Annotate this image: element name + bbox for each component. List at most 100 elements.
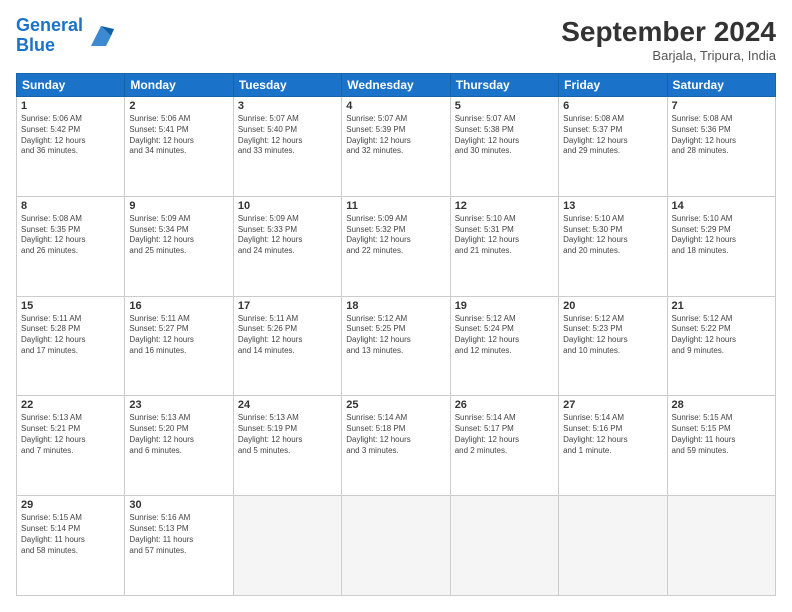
day-cell: 5 Sunrise: 5:07 AMSunset: 5:38 PMDayligh… — [450, 97, 558, 197]
week-row: 22 Sunrise: 5:13 AMSunset: 5:21 PMDaylig… — [17, 396, 776, 496]
logo-text: General — [16, 16, 83, 36]
day-info: Sunrise: 5:10 AMSunset: 5:30 PMDaylight:… — [563, 214, 662, 257]
day-info: Sunrise: 5:07 AMSunset: 5:40 PMDaylight:… — [238, 114, 337, 157]
day-info: Sunrise: 5:09 AMSunset: 5:34 PMDaylight:… — [129, 214, 228, 257]
day-number: 21 — [672, 300, 771, 312]
header-saturday: Saturday — [667, 74, 775, 97]
day-info: Sunrise: 5:12 AMSunset: 5:24 PMDaylight:… — [455, 314, 554, 357]
day-number: 6 — [563, 100, 662, 112]
day-number: 11 — [346, 200, 445, 212]
title-block: September 2024 Barjala, Tripura, India — [561, 16, 776, 63]
header-wednesday: Wednesday — [342, 74, 450, 97]
day-cell: 19 Sunrise: 5:12 AMSunset: 5:24 PMDaylig… — [450, 296, 558, 396]
logo-text2: Blue — [16, 36, 83, 56]
day-info: Sunrise: 5:14 AMSunset: 5:16 PMDaylight:… — [563, 413, 662, 456]
day-number: 28 — [672, 399, 771, 411]
day-cell: 4 Sunrise: 5:07 AMSunset: 5:39 PMDayligh… — [342, 97, 450, 197]
day-info: Sunrise: 5:06 AMSunset: 5:41 PMDaylight:… — [129, 114, 228, 157]
day-info: Sunrise: 5:10 AMSunset: 5:31 PMDaylight:… — [455, 214, 554, 257]
day-cell: 9 Sunrise: 5:09 AMSunset: 5:34 PMDayligh… — [125, 196, 233, 296]
day-number: 24 — [238, 399, 337, 411]
day-cell: 13 Sunrise: 5:10 AMSunset: 5:30 PMDaylig… — [559, 196, 667, 296]
weekday-header-row: Sunday Monday Tuesday Wednesday Thursday… — [17, 74, 776, 97]
header-thursday: Thursday — [450, 74, 558, 97]
day-cell: 17 Sunrise: 5:11 AMSunset: 5:26 PMDaylig… — [233, 296, 341, 396]
empty-cell — [342, 496, 450, 596]
day-info: Sunrise: 5:07 AMSunset: 5:39 PMDaylight:… — [346, 114, 445, 157]
location: Barjala, Tripura, India — [561, 48, 776, 63]
empty-cell — [559, 496, 667, 596]
day-cell: 10 Sunrise: 5:09 AMSunset: 5:33 PMDaylig… — [233, 196, 341, 296]
page: General Blue September 2024 Barjala, Tri… — [0, 0, 792, 612]
day-cell: 24 Sunrise: 5:13 AMSunset: 5:19 PMDaylig… — [233, 396, 341, 496]
empty-cell — [667, 496, 775, 596]
day-number: 18 — [346, 300, 445, 312]
day-cell: 30 Sunrise: 5:16 AMSunset: 5:13 PMDaylig… — [125, 496, 233, 596]
day-cell: 14 Sunrise: 5:10 AMSunset: 5:29 PMDaylig… — [667, 196, 775, 296]
day-info: Sunrise: 5:12 AMSunset: 5:22 PMDaylight:… — [672, 314, 771, 357]
day-info: Sunrise: 5:12 AMSunset: 5:25 PMDaylight:… — [346, 314, 445, 357]
header: General Blue September 2024 Barjala, Tri… — [16, 16, 776, 63]
day-info: Sunrise: 5:10 AMSunset: 5:29 PMDaylight:… — [672, 214, 771, 257]
day-number: 19 — [455, 300, 554, 312]
day-info: Sunrise: 5:12 AMSunset: 5:23 PMDaylight:… — [563, 314, 662, 357]
day-number: 23 — [129, 399, 228, 411]
day-cell: 29 Sunrise: 5:15 AMSunset: 5:14 PMDaylig… — [17, 496, 125, 596]
day-number: 16 — [129, 300, 228, 312]
day-cell: 3 Sunrise: 5:07 AMSunset: 5:40 PMDayligh… — [233, 97, 341, 197]
day-number: 13 — [563, 200, 662, 212]
day-info: Sunrise: 5:07 AMSunset: 5:38 PMDaylight:… — [455, 114, 554, 157]
day-number: 5 — [455, 100, 554, 112]
day-info: Sunrise: 5:13 AMSunset: 5:21 PMDaylight:… — [21, 413, 120, 456]
header-tuesday: Tuesday — [233, 74, 341, 97]
day-number: 9 — [129, 200, 228, 212]
day-number: 10 — [238, 200, 337, 212]
day-number: 8 — [21, 200, 120, 212]
day-cell: 18 Sunrise: 5:12 AMSunset: 5:25 PMDaylig… — [342, 296, 450, 396]
day-cell: 11 Sunrise: 5:09 AMSunset: 5:32 PMDaylig… — [342, 196, 450, 296]
header-monday: Monday — [125, 74, 233, 97]
day-info: Sunrise: 5:09 AMSunset: 5:32 PMDaylight:… — [346, 214, 445, 257]
day-cell: 1 Sunrise: 5:06 AMSunset: 5:42 PMDayligh… — [17, 97, 125, 197]
day-number: 17 — [238, 300, 337, 312]
day-info: Sunrise: 5:14 AMSunset: 5:18 PMDaylight:… — [346, 413, 445, 456]
day-info: Sunrise: 5:13 AMSunset: 5:20 PMDaylight:… — [129, 413, 228, 456]
day-number: 3 — [238, 100, 337, 112]
day-info: Sunrise: 5:16 AMSunset: 5:13 PMDaylight:… — [129, 513, 228, 556]
day-info: Sunrise: 5:06 AMSunset: 5:42 PMDaylight:… — [21, 114, 120, 157]
day-cell: 26 Sunrise: 5:14 AMSunset: 5:17 PMDaylig… — [450, 396, 558, 496]
day-cell: 2 Sunrise: 5:06 AMSunset: 5:41 PMDayligh… — [125, 97, 233, 197]
day-cell: 8 Sunrise: 5:08 AMSunset: 5:35 PMDayligh… — [17, 196, 125, 296]
day-number: 25 — [346, 399, 445, 411]
day-number: 7 — [672, 100, 771, 112]
day-number: 27 — [563, 399, 662, 411]
week-row: 1 Sunrise: 5:06 AMSunset: 5:42 PMDayligh… — [17, 97, 776, 197]
empty-cell — [450, 496, 558, 596]
day-number: 20 — [563, 300, 662, 312]
day-cell: 16 Sunrise: 5:11 AMSunset: 5:27 PMDaylig… — [125, 296, 233, 396]
week-row: 15 Sunrise: 5:11 AMSunset: 5:28 PMDaylig… — [17, 296, 776, 396]
day-info: Sunrise: 5:11 AMSunset: 5:28 PMDaylight:… — [21, 314, 120, 357]
day-cell: 12 Sunrise: 5:10 AMSunset: 5:31 PMDaylig… — [450, 196, 558, 296]
day-number: 2 — [129, 100, 228, 112]
day-number: 14 — [672, 200, 771, 212]
day-cell: 27 Sunrise: 5:14 AMSunset: 5:16 PMDaylig… — [559, 396, 667, 496]
day-info: Sunrise: 5:08 AMSunset: 5:36 PMDaylight:… — [672, 114, 771, 157]
day-number: 29 — [21, 499, 120, 511]
day-info: Sunrise: 5:11 AMSunset: 5:26 PMDaylight:… — [238, 314, 337, 357]
day-info: Sunrise: 5:14 AMSunset: 5:17 PMDaylight:… — [455, 413, 554, 456]
day-cell: 22 Sunrise: 5:13 AMSunset: 5:21 PMDaylig… — [17, 396, 125, 496]
day-cell: 23 Sunrise: 5:13 AMSunset: 5:20 PMDaylig… — [125, 396, 233, 496]
logo: General Blue — [16, 16, 116, 56]
day-cell: 21 Sunrise: 5:12 AMSunset: 5:22 PMDaylig… — [667, 296, 775, 396]
calendar-table: Sunday Monday Tuesday Wednesday Thursday… — [16, 73, 776, 596]
week-row: 8 Sunrise: 5:08 AMSunset: 5:35 PMDayligh… — [17, 196, 776, 296]
day-info: Sunrise: 5:09 AMSunset: 5:33 PMDaylight:… — [238, 214, 337, 257]
day-info: Sunrise: 5:15 AMSunset: 5:15 PMDaylight:… — [672, 413, 771, 456]
week-row: 29 Sunrise: 5:15 AMSunset: 5:14 PMDaylig… — [17, 496, 776, 596]
day-number: 12 — [455, 200, 554, 212]
month-title: September 2024 — [561, 16, 776, 48]
day-number: 26 — [455, 399, 554, 411]
day-number: 15 — [21, 300, 120, 312]
day-cell: 20 Sunrise: 5:12 AMSunset: 5:23 PMDaylig… — [559, 296, 667, 396]
